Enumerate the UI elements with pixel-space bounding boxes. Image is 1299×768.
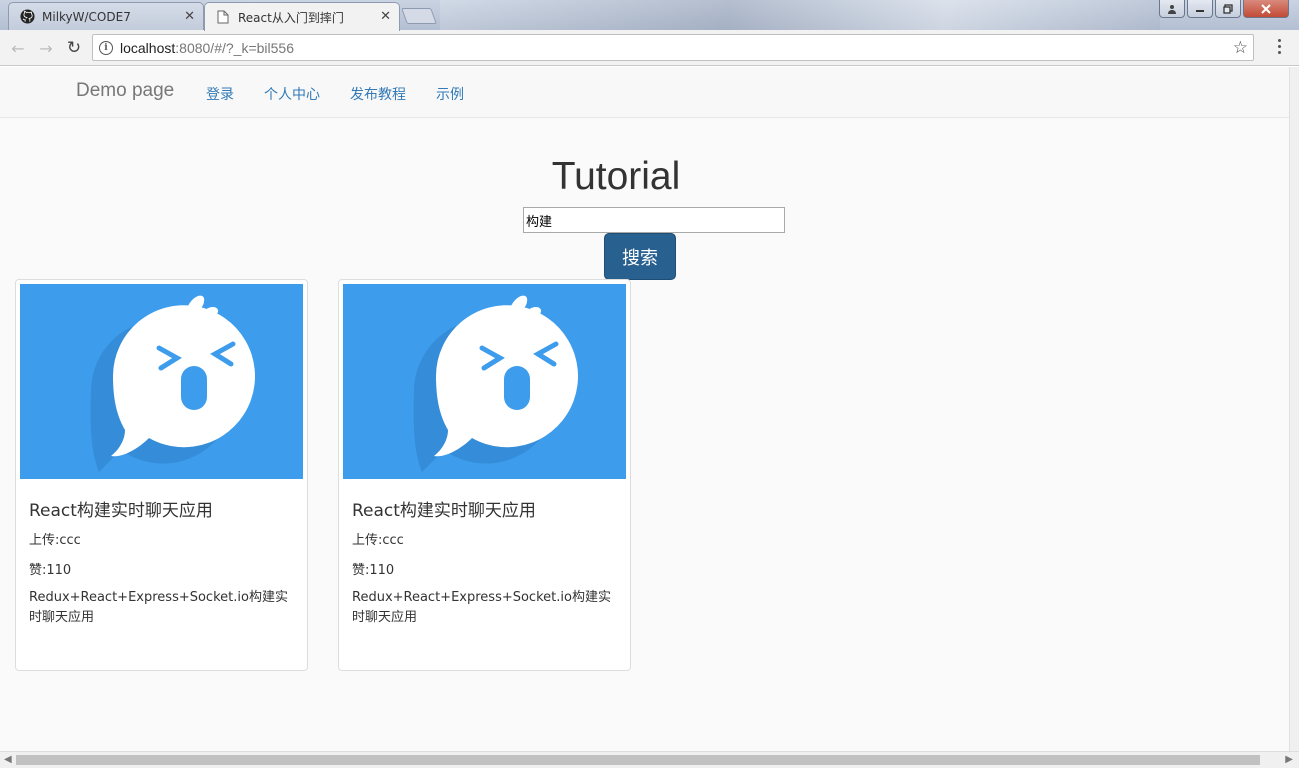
close-icon[interactable]: ✕ bbox=[380, 9, 391, 24]
horizontal-scrollbar[interactable]: ◀ ▶ bbox=[0, 751, 1299, 768]
info-icon[interactable]: i bbox=[99, 40, 113, 55]
window-controls bbox=[1159, 0, 1289, 18]
page-title: Tutorial bbox=[551, 155, 681, 198]
browser-titlebar: MilkyW/CODE7 ✕ React从入门到摔门 ✕ bbox=[0, 0, 1299, 31]
card-uploader: 上传:ccc bbox=[352, 533, 404, 548]
browser-toolbar: ← → ↻ i localhost:8080/#/?_k=bil556 ☆ bbox=[0, 30, 1299, 66]
nav-login[interactable]: 登录 bbox=[206, 84, 234, 104]
chat-bubble-logo-icon[interactable] bbox=[20, 284, 303, 479]
window-close-icon[interactable] bbox=[1243, 0, 1289, 18]
tutorial-card[interactable]: React构建实时聊天应用 上传:ccc 赞:110 Redux+React+E… bbox=[338, 279, 631, 671]
address-bar[interactable]: i localhost:8080/#/?_k=bil556 ☆ bbox=[92, 34, 1254, 61]
browser-menu-icon[interactable] bbox=[1278, 39, 1281, 54]
restore-icon[interactable] bbox=[1215, 0, 1241, 18]
page-viewport: Demo page 登录 个人中心 发布教程 示例 Tutorial 搜索 Re… bbox=[0, 67, 1289, 751]
url-path: :8080/#/?_k=bil556 bbox=[175, 39, 294, 56]
url-host: localhost bbox=[120, 39, 176, 56]
card-title[interactable]: React构建实时聊天应用 bbox=[29, 496, 213, 521]
card-likes: 赞:110 bbox=[352, 563, 395, 578]
scroll-right-icon[interactable]: ▶ bbox=[1285, 754, 1293, 765]
vertical-scrollbar[interactable] bbox=[1289, 67, 1299, 751]
tutorial-card[interactable]: React构建实时聊天应用 上传:ccc 赞:110 Redux+React+E… bbox=[15, 279, 308, 671]
minimize-icon[interactable] bbox=[1187, 0, 1213, 18]
browser-tab-react[interactable]: React从入门到摔门 ✕ bbox=[204, 2, 400, 31]
user-icon[interactable] bbox=[1159, 0, 1185, 18]
nav-examples[interactable]: 示例 bbox=[436, 84, 464, 104]
browser-tab-github[interactable]: MilkyW/CODE7 ✕ bbox=[8, 2, 204, 30]
back-icon[interactable]: ← bbox=[8, 38, 28, 58]
github-icon bbox=[19, 9, 35, 25]
search-button[interactable]: 搜索 bbox=[604, 233, 676, 280]
tab-title: MilkyW/CODE7 bbox=[42, 9, 131, 24]
site-brand[interactable]: Demo page bbox=[76, 80, 174, 102]
card-description: Redux+React+Express+Socket.io构建实时聊天应用 bbox=[352, 590, 611, 625]
scroll-left-icon[interactable]: ◀ bbox=[4, 754, 12, 765]
forward-icon[interactable]: → bbox=[36, 38, 56, 58]
page-icon bbox=[215, 9, 231, 25]
nav-profile[interactable]: 个人中心 bbox=[264, 84, 320, 104]
card-description: Redux+React+Express+Socket.io构建实时聊天应用 bbox=[29, 590, 288, 625]
bookmark-star-icon[interactable]: ☆ bbox=[1233, 38, 1248, 58]
nav-publish-tutorial[interactable]: 发布教程 bbox=[350, 84, 406, 104]
close-icon[interactable]: ✕ bbox=[184, 9, 195, 24]
card-title[interactable]: React构建实时聊天应用 bbox=[352, 496, 536, 521]
search-input[interactable] bbox=[523, 207, 785, 233]
tab-title: React从入门到摔门 bbox=[238, 10, 344, 25]
scrollbar-thumb[interactable] bbox=[16, 755, 1260, 765]
card-likes: 赞:110 bbox=[29, 563, 72, 578]
new-tab-button[interactable] bbox=[401, 8, 437, 24]
site-navbar: Demo page 登录 个人中心 发布教程 示例 bbox=[0, 67, 1289, 118]
card-uploader: 上传:ccc bbox=[29, 533, 81, 548]
chat-bubble-logo-icon[interactable] bbox=[343, 284, 626, 479]
reload-icon[interactable]: ↻ bbox=[64, 38, 84, 58]
